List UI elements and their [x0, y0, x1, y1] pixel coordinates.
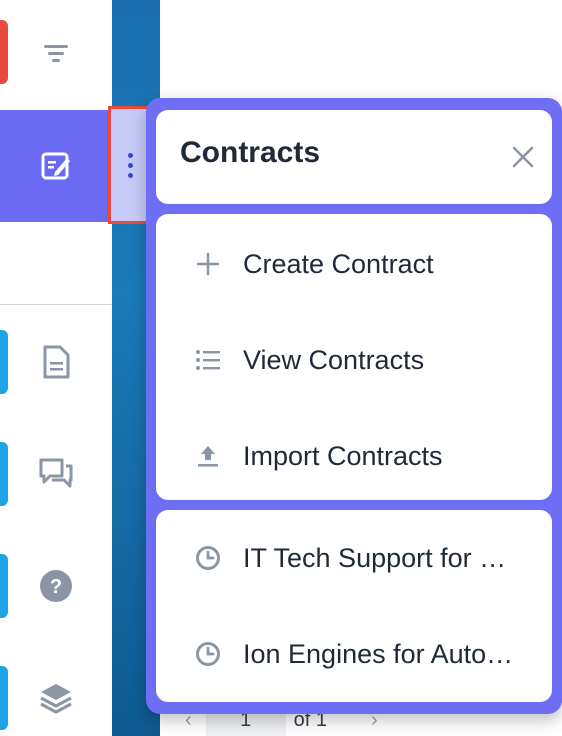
close-button[interactable] — [510, 144, 536, 170]
sidebar: ? — [0, 0, 113, 736]
clock-icon — [188, 634, 228, 674]
list-icon — [188, 340, 228, 380]
document-icon[interactable] — [36, 342, 76, 382]
edit-icon — [36, 146, 76, 186]
plus-icon — [188, 244, 228, 284]
recent-contract-item[interactable]: IT Tech Support for … — [156, 510, 552, 606]
sidebar-item-contracts[interactable] — [0, 110, 112, 222]
layers-icon[interactable] — [36, 678, 76, 718]
chat-icon[interactable] — [36, 454, 76, 494]
menu-title: Contracts — [180, 136, 321, 169]
sidebar-accent-blue — [0, 666, 8, 730]
menu-item-label: View Contracts — [243, 344, 425, 375]
contracts-menu: Contracts Create Contract View Contracts — [146, 98, 562, 714]
sidebar-accent-blue — [0, 330, 8, 394]
import-contracts-item[interactable]: Import Contracts — [156, 408, 552, 504]
create-contract-item[interactable]: Create Contract — [156, 216, 552, 312]
menu-item-label: Create Contract — [243, 248, 434, 279]
menu-item-label: Ion Engines for Auto… — [243, 638, 514, 669]
sidebar-divider — [0, 304, 112, 305]
more-vertical-icon — [127, 152, 133, 178]
menu-item-label: IT Tech Support for … — [243, 542, 507, 573]
upload-icon — [188, 436, 228, 476]
sidebar-accent-blue — [0, 554, 8, 618]
menu-item-label: Import Contracts — [243, 440, 443, 471]
recent-contracts: IT Tech Support for … Ion Engines for Au… — [156, 510, 552, 702]
filter-icon[interactable] — [36, 34, 76, 74]
menu-header: Contracts — [156, 110, 552, 204]
recent-contract-item[interactable]: Ion Engines for Auto… — [156, 606, 552, 702]
clock-icon — [188, 538, 228, 578]
sidebar-accent-blue — [0, 442, 8, 506]
sidebar-accent-red — [0, 20, 8, 84]
close-icon — [512, 146, 534, 168]
svg-text:?: ? — [50, 576, 62, 598]
help-icon[interactable]: ? — [36, 566, 76, 606]
menu-actions: Create Contract View Contracts Import Co… — [156, 214, 552, 500]
view-contracts-item[interactable]: View Contracts — [156, 312, 552, 408]
